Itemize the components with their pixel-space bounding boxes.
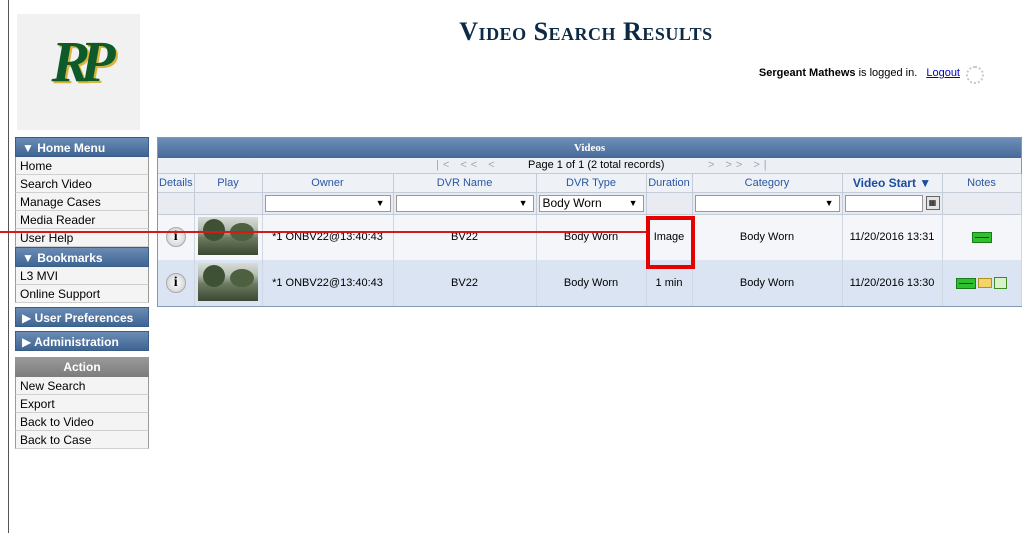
duration-highlight-box: [646, 216, 695, 269]
video-thumbnail[interactable]: [198, 216, 258, 255]
col-dvr-name[interactable]: DVR Name: [393, 174, 537, 193]
dvr-type-filter-dropdown[interactable]: Body Worn ▼: [538, 194, 644, 212]
sidebar-item-online-support[interactable]: Online Support: [15, 285, 149, 303]
pager-info: Page 1 of 1 (2 total records): [528, 159, 665, 171]
notes-cell: [942, 214, 1022, 260]
copy-icon[interactable]: [994, 277, 1007, 290]
dvr-type-cell: Body Worn: [536, 260, 647, 306]
category-filter-dropdown[interactable]: ▼: [694, 194, 840, 212]
chevron-down-icon: ▼: [824, 197, 834, 208]
sidebar-item-search-video[interactable]: Search Video: [15, 175, 149, 193]
owner-cell: *1 ONBV22@13:40:43: [262, 214, 394, 260]
video-thumbnail[interactable]: [198, 262, 258, 301]
logo: RP: [51, 29, 115, 94]
sidebar-item-media-reader[interactable]: Media Reader: [15, 211, 149, 229]
col-duration[interactable]: Duration: [646, 174, 693, 193]
col-details[interactable]: Details: [158, 174, 195, 193]
sidebar-item-manage-cases[interactable]: Manage Cases: [15, 193, 149, 211]
loading-spinner-icon: [966, 66, 984, 84]
col-video-start[interactable]: Video Start ▼: [842, 174, 943, 193]
dvr-name-cell: BV22: [393, 260, 537, 306]
pager-next-last[interactable]: > >> >|: [708, 159, 771, 171]
chevron-down-icon: ▼: [375, 197, 385, 208]
action-back-to-case[interactable]: Back to Case: [15, 431, 149, 449]
callout-line: [0, 231, 648, 233]
col-dvr-type[interactable]: DVR Type: [536, 174, 647, 193]
video-start-filter-input[interactable]: [844, 194, 923, 212]
info-icon[interactable]: i: [165, 273, 186, 293]
dvr-type-cell: Body Worn: [536, 214, 647, 260]
header-row: Details Play Owner DVR Name DVR Type Dur…: [158, 174, 1022, 193]
chevron-down-icon: ▼: [518, 197, 528, 208]
login-status: Sergeant Mathews is logged in. Logout: [759, 67, 960, 79]
sidebar-item-l3-mvi[interactable]: L3 MVI: [15, 267, 149, 285]
owner-filter-dropdown[interactable]: ▼: [264, 194, 391, 212]
filter-duration: [646, 192, 693, 215]
col-play[interactable]: Play: [194, 174, 263, 193]
dvr-type-filter-value: Body Worn: [542, 195, 602, 210]
col-notes[interactable]: Notes: [942, 174, 1022, 193]
action-header: Action: [15, 357, 149, 377]
logout-link[interactable]: Logout: [926, 67, 960, 79]
chevron-down-icon: ▼: [628, 197, 638, 208]
home-menu-header[interactable]: ▼ Home Menu: [15, 137, 149, 157]
pager-first-prev[interactable]: |< << <: [436, 159, 499, 171]
logged-in-text: is logged in.: [858, 67, 918, 79]
video-start-filter: ▦: [844, 194, 940, 212]
note-icon[interactable]: [956, 277, 976, 289]
grid-title: Videos: [158, 138, 1021, 158]
action-new-search[interactable]: New Search: [15, 377, 149, 395]
action-export[interactable]: Export: [15, 395, 149, 413]
table-row[interactable]: i *1 ONBV22@13:40:43 BV22 Body Worn Imag…: [158, 214, 1022, 260]
category-cell: Body Worn: [692, 214, 843, 260]
administration-header[interactable]: ▶ Administration: [15, 331, 149, 351]
sidebar: ▼ Home Menu Home Search Video Manage Cas…: [15, 137, 149, 449]
video-start-cell: 11/20/2016 13:31: [842, 214, 943, 260]
owner-cell: *1 ONBV22@13:40:43: [262, 260, 394, 306]
table-row[interactable]: i *1 ONBV22@13:40:43 BV22 Body Worn 1 mi…: [158, 260, 1022, 306]
page-title: Video Search Results: [459, 17, 713, 46]
folder-icon[interactable]: [978, 278, 992, 289]
note-icon[interactable]: [971, 231, 992, 243]
notes-cell: [942, 260, 1022, 306]
col-category[interactable]: Category: [692, 174, 843, 193]
videos-grid: Videos |< << < Page 1 of 1 (2 total reco…: [157, 137, 1022, 307]
videos-table: Details Play Owner DVR Name DVR Type Dur…: [158, 174, 1022, 306]
col-owner[interactable]: Owner: [262, 174, 394, 193]
user-name: Sergeant Mathews: [758, 67, 856, 79]
dvr-name-filter-dropdown[interactable]: ▼: [395, 194, 534, 212]
calendar-icon[interactable]: ▦: [925, 196, 940, 210]
category-cell: Body Worn: [692, 260, 843, 306]
action-back-to-video[interactable]: Back to Video: [15, 413, 149, 431]
video-start-cell: 11/20/2016 13:30: [842, 260, 943, 306]
user-preferences-header[interactable]: ▶ User Preferences: [15, 307, 149, 327]
filter-row: ▼ ▼ Body Worn ▼ ▼ ▦: [158, 192, 1022, 215]
pager: |< << < Page 1 of 1 (2 total records) > …: [158, 158, 1021, 174]
dvr-name-cell: BV22: [393, 214, 537, 260]
filter-notes: [942, 192, 1022, 215]
sidebar-item-home[interactable]: Home: [15, 157, 149, 175]
filter-details: [158, 192, 195, 215]
filter-play: [194, 192, 263, 215]
bookmarks-header[interactable]: ▼ Bookmarks: [15, 247, 149, 267]
